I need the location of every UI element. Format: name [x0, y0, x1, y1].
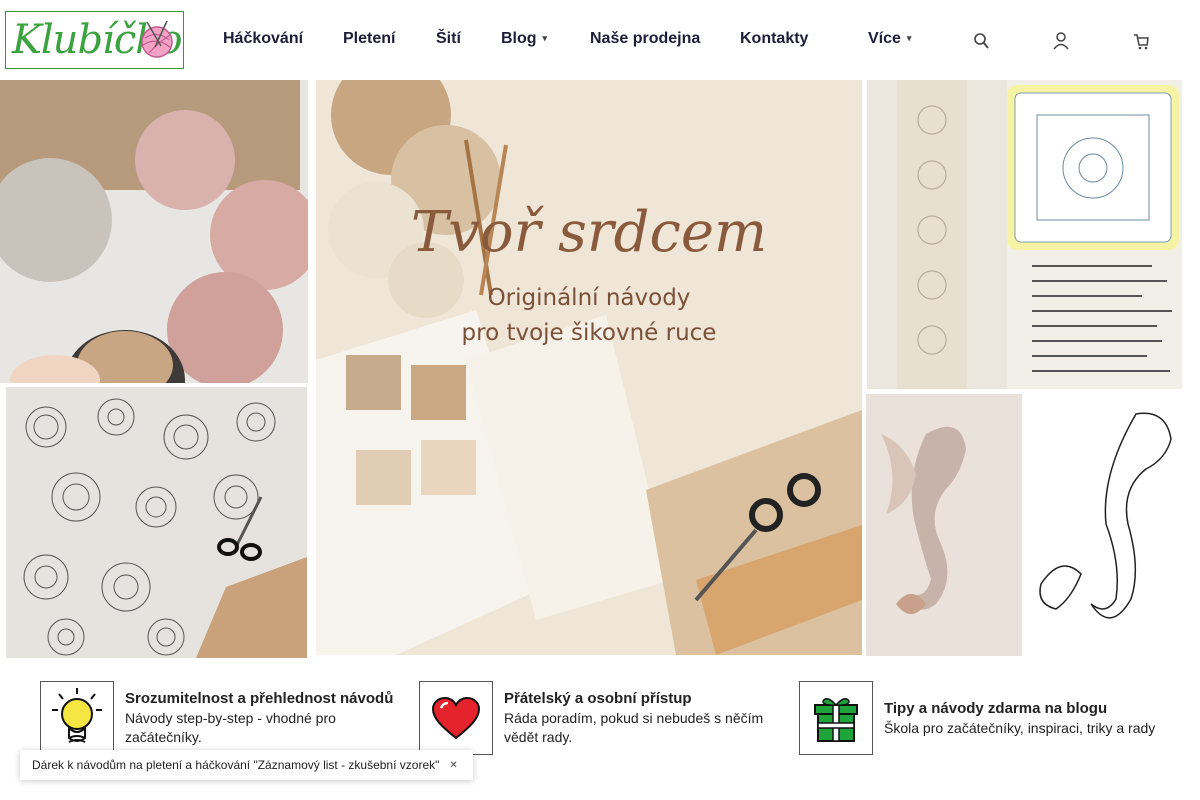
- heart-icon: [419, 681, 493, 755]
- nav-label: Naše prodejna: [590, 30, 701, 47]
- nav-label: Háčkování: [223, 30, 304, 47]
- nav-label: Více: [868, 30, 901, 47]
- nav-siti[interactable]: Šití: [436, 30, 461, 48]
- lightbulb-icon: [40, 681, 114, 755]
- nav-hackovani[interactable]: Háčkování: [223, 30, 303, 48]
- nav-label: Pletení: [343, 30, 396, 47]
- feature-text: Návody step-by-step - vhodné pro začáteč…: [125, 710, 336, 745]
- nav-nase-prodejna[interactable]: Naše prodejna: [590, 30, 700, 48]
- gift-bar-text: Dárek k návodům na pletení a háčkování "…: [32, 758, 440, 772]
- feature-title: Srozumitelnost a přehlednost návodů: [125, 690, 394, 707]
- site-logo[interactable]: Klubíčko: [5, 11, 184, 69]
- nav-blog[interactable]: Blog ▾: [501, 30, 547, 48]
- nav-label: Šití: [436, 30, 461, 47]
- feature-blog-tips: Tipy a návody zdarma na blogu Škola pro …: [799, 681, 1194, 757]
- hero-banner[interactable]: Tvoř srdcem Originální návody pro tvoje …: [316, 80, 862, 655]
- hero-title: Tvoř srdcem: [410, 200, 768, 265]
- yarn-coffee-image[interactable]: [0, 80, 308, 383]
- feature-text: Ráda poradím, pokud si nebudeš s něčím v…: [504, 710, 764, 745]
- crochet-lace-image[interactable]: [867, 80, 1182, 389]
- fabric-scissors-image[interactable]: [6, 387, 307, 658]
- nav-vice[interactable]: Více ▾: [868, 30, 911, 48]
- nav-pleteni[interactable]: Pletení: [343, 30, 395, 48]
- gift-notification-bar[interactable]: Dárek k návodům na pletení a háčkování "…: [20, 750, 473, 780]
- close-icon[interactable]: ✕: [449, 760, 457, 771]
- hero-subtitle-line2: pro tvoje šikovné ruce: [461, 320, 717, 346]
- nav-label: Blog: [501, 30, 537, 47]
- user-icon[interactable]: [1053, 32, 1069, 50]
- feature-friendly: Přátelský a osobní přístup Ráda poradím,…: [419, 681, 789, 757]
- site-header: Klubíčko Háčkování Pletení Šití Blog ▾ Na…: [0, 0, 1200, 80]
- search-icon[interactable]: [973, 32, 989, 50]
- seahorse-image[interactable]: [866, 394, 1185, 658]
- nav-kontakty[interactable]: Kontakty: [740, 30, 808, 48]
- hero-subtitle-line1: Originální návody: [487, 285, 691, 311]
- feature-clarity: Srozumitelnost a přehlednost návodů Návo…: [40, 681, 410, 757]
- feature-title: Tipy a návody zdarma na blogu: [884, 700, 1108, 717]
- nav-label: Kontakty: [740, 30, 809, 47]
- yarn-ball-icon: [141, 20, 173, 58]
- feature-text: Škola pro začátečníky, inspiraci, triky …: [884, 720, 1156, 736]
- chevron-down-icon: ▾: [542, 33, 548, 44]
- cart-icon[interactable]: [1133, 32, 1149, 50]
- gift-icon: [799, 681, 873, 755]
- feature-title: Přátelský a osobní přístup: [504, 690, 692, 707]
- chevron-down-icon: ▾: [906, 33, 912, 44]
